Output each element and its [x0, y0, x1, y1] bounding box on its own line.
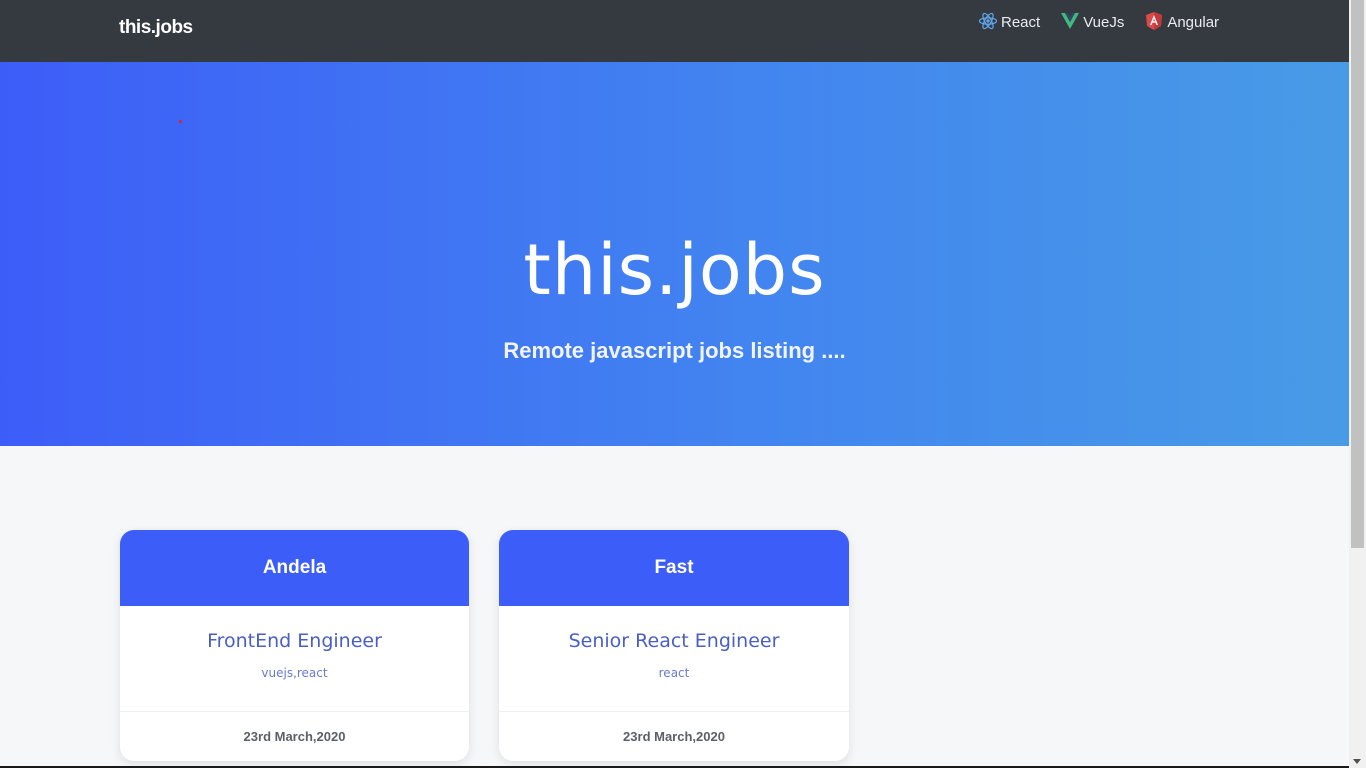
nav-link-react[interactable]: React — [978, 11, 1040, 31]
nav-links: React VueJs Angular — [978, 11, 1219, 31]
hero-title: this.jobs — [523, 229, 826, 311]
nav-link-vuejs[interactable]: VueJs — [1060, 11, 1124, 31]
nav-link-label: Angular — [1167, 13, 1220, 31]
company-name: Fast — [499, 530, 849, 606]
cursor-dot — [179, 120, 182, 123]
brand-logo-link[interactable]: this.jobs — [119, 17, 193, 39]
hero-banner: this.jobs Remote javascript jobs listing… — [0, 62, 1349, 446]
top-navbar: this.jobs React VueJs Angular — [0, 0, 1349, 62]
nav-link-label: React — [1001, 13, 1041, 31]
scrollbar-thumb[interactable] — [1351, 0, 1364, 548]
company-name: Andela — [120, 530, 469, 606]
job-tags: react — [658, 666, 690, 680]
nav-link-label: VueJs — [1083, 13, 1125, 31]
scroll-down-arrow-icon[interactable] — [1353, 759, 1361, 764]
nav-link-angular[interactable]: Angular — [1144, 11, 1219, 31]
job-tags: vuejs,react — [261, 666, 328, 680]
hero-subtitle: Remote javascript jobs listing .... — [503, 338, 846, 363]
react-icon — [978, 11, 998, 31]
job-card[interactable]: Fast Senior React Engineer react 23rd Ma… — [499, 530, 849, 761]
job-card[interactable]: Andela FrontEnd Engineer vuejs,react 23r… — [120, 530, 469, 761]
job-date: 23rd March,2020 — [499, 711, 849, 761]
page: this.jobs React VueJs Angular this.jobs … — [0, 0, 1366, 768]
job-cards: Andela FrontEnd Engineer vuejs,react 23r… — [120, 530, 879, 761]
job-title-link[interactable]: Senior React Engineer — [499, 630, 849, 652]
angular-icon — [1144, 11, 1164, 31]
job-title-link[interactable]: FrontEnd Engineer — [120, 630, 469, 652]
vue-icon — [1060, 11, 1080, 31]
job-date: 23rd March,2020 — [120, 711, 469, 761]
vertical-scrollbar[interactable] — [1349, 0, 1366, 768]
